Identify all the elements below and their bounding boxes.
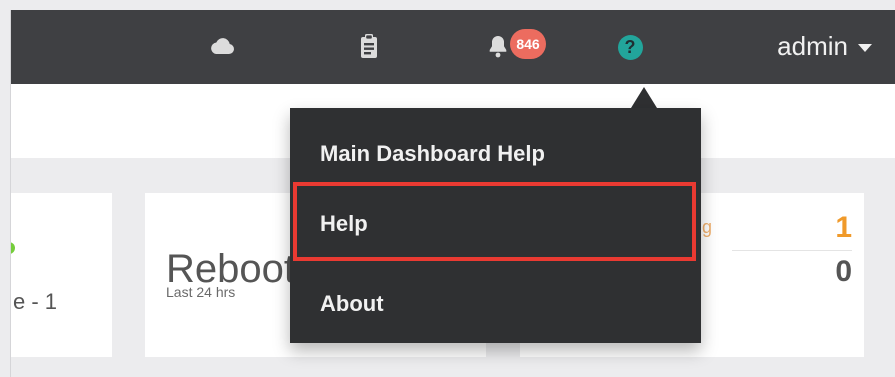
partial-stat-label: g [702, 217, 713, 237]
menu-item-main-dashboard-help[interactable]: Main Dashboard Help [320, 141, 545, 167]
help-symbol: ? [617, 34, 643, 60]
left-card-value: e - 1 [13, 289, 58, 314]
stat-value-bottom: 0 [835, 255, 852, 288]
top-navigation-bar: 846 ? admin [11, 10, 895, 84]
clipboard-icon[interactable] [354, 32, 384, 62]
cloud-icon[interactable] [207, 32, 237, 62]
help-menu-pointer [631, 87, 657, 108]
notification-badge[interactable]: 846 [510, 29, 546, 59]
dashboard-frame: 846 ? admin e - 1 Reboot Last 24 hrs g 1… [10, 10, 895, 377]
menu-item-help[interactable]: Help [320, 211, 368, 237]
bell-icon[interactable] [483, 32, 513, 62]
summary-card-left: e - 1 [11, 193, 112, 357]
menu-item-about[interactable]: About [320, 291, 384, 317]
status-indicator [11, 242, 15, 254]
stat-divider [732, 250, 852, 251]
user-menu-button[interactable]: admin [777, 31, 872, 62]
chevron-down-icon [858, 44, 872, 52]
stat-value-top: 1 [835, 211, 852, 244]
user-label: admin [777, 31, 848, 61]
help-icon[interactable]: ? [615, 32, 645, 62]
help-dropdown-menu: Main Dashboard Help Help About [290, 108, 701, 343]
reboot-subtitle: Last 24 hrs [166, 284, 236, 300]
